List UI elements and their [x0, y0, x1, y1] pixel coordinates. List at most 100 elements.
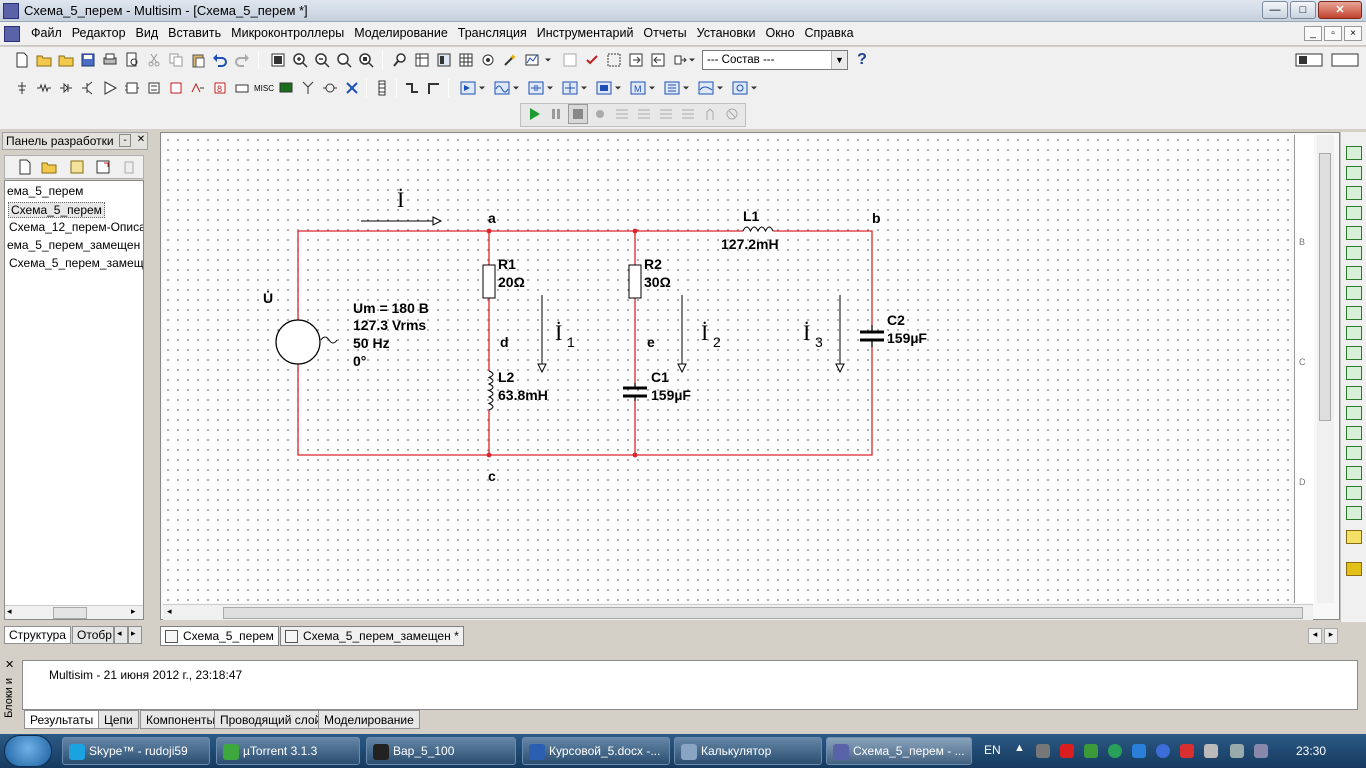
tab-hierarchy[interactable]: Структура	[4, 626, 71, 644]
task-word[interactable]: Курсовой_5.docx -...	[522, 737, 670, 765]
chevron-down-icon[interactable]	[680, 78, 692, 98]
toggle-breakpoint-icon[interactable]	[700, 104, 720, 124]
assembly-variant-select[interactable]: --- Состав --- ▼	[702, 50, 848, 70]
zoom-in-icon[interactable]	[290, 50, 310, 70]
erc-icon[interactable]	[560, 50, 580, 70]
oscilloscope-icon[interactable]	[1346, 206, 1362, 220]
chevron-down-icon[interactable]	[544, 78, 556, 98]
electromechanical-icon[interactable]	[320, 78, 340, 98]
capacitor-c2[interactable]	[860, 325, 884, 347]
menu-insert[interactable]: Вставить	[163, 26, 226, 40]
menu-simulate[interactable]: Моделирование	[349, 26, 453, 40]
save-icon[interactable]	[67, 157, 87, 177]
wattmeter-icon[interactable]	[1346, 186, 1362, 200]
run-to-cursor-icon[interactable]	[678, 104, 698, 124]
save-icon[interactable]	[78, 50, 98, 70]
close-file-icon[interactable]	[93, 157, 113, 177]
chevron-down-icon[interactable]: ▼	[831, 51, 847, 69]
tree-item[interactable]: Схема_12_перем-Описа	[9, 220, 143, 234]
tray-antivirus-icon[interactable]	[1180, 744, 1194, 758]
close-button[interactable]: ✕	[1318, 1, 1362, 19]
tree-item[interactable]: Схема_5_перем_замеще	[9, 256, 143, 270]
distortion-analyzer-icon[interactable]	[1346, 366, 1362, 380]
agilent-generator-icon[interactable]	[1346, 426, 1362, 440]
chevron-left-icon[interactable]: ◂	[7, 606, 12, 617]
scroll-thumb[interactable]	[1319, 153, 1331, 421]
basic-icon[interactable]	[34, 78, 54, 98]
mixed-icon[interactable]	[188, 78, 208, 98]
ttl-icon[interactable]	[122, 78, 142, 98]
layout-toggle-icon[interactable]	[1294, 50, 1324, 70]
task-skype[interactable]: Skype™ - rudoji59	[62, 737, 210, 765]
new-file-icon[interactable]	[15, 157, 35, 177]
canvas-horizontal-scrollbar[interactable]: ◂	[163, 604, 1313, 620]
menu-reports[interactable]: Отчеты	[638, 26, 691, 40]
check-icon[interactable]	[582, 50, 602, 70]
misc-icon[interactable]: MISC	[254, 78, 274, 98]
chevron-down-icon[interactable]	[578, 78, 590, 98]
chevron-down-icon[interactable]	[686, 50, 698, 70]
m-instrument-icon[interactable]: M	[628, 78, 648, 98]
open-folder-icon[interactable]	[34, 50, 54, 70]
tray-red-icon[interactable]	[1060, 744, 1074, 758]
backannotate-icon[interactable]	[648, 50, 668, 70]
analog-icon[interactable]	[100, 78, 120, 98]
tree-horizontal-scrollbar[interactable]: ◂ ▸	[5, 605, 143, 619]
print-icon[interactable]	[100, 50, 120, 70]
spreadsheet-view-icon[interactable]	[412, 50, 432, 70]
region-icon[interactable]	[604, 50, 624, 70]
print-preview-icon[interactable]	[122, 50, 142, 70]
tab-copper-layers[interactable]: Проводящий слой	[214, 710, 328, 729]
frequency-counter-icon[interactable]	[1346, 266, 1362, 280]
network-analyzer-icon[interactable]	[1346, 406, 1362, 420]
chevron-down-icon[interactable]	[714, 78, 726, 98]
tab-results[interactable]: Результаты	[24, 710, 100, 729]
spectrum-icon[interactable]	[662, 78, 682, 98]
tab-sheet-1[interactable]: Схема_5_перем	[160, 626, 279, 646]
menu-tools[interactable]: Инструментарий	[532, 26, 639, 40]
tab-nets[interactable]: Цепи	[98, 710, 139, 729]
design-toolbox-icon[interactable]	[434, 50, 454, 70]
voltage-source[interactable]	[275, 319, 338, 365]
remove-breakpoints-icon[interactable]	[722, 104, 742, 124]
cmos-icon[interactable]	[144, 78, 164, 98]
search-icon[interactable]	[390, 50, 410, 70]
network-analyzer-icon[interactable]	[730, 78, 750, 98]
postprocessor-icon[interactable]	[522, 50, 542, 70]
current-probe-icon[interactable]	[1346, 562, 1362, 576]
pause-icon[interactable]	[546, 104, 566, 124]
tray-green-icon[interactable]	[1108, 744, 1122, 758]
hierarchical-block-icon[interactable]	[372, 78, 392, 98]
transistor-icon[interactable]	[78, 78, 98, 98]
tree-item-selected[interactable]: Схема_5_перем	[8, 202, 105, 218]
mdi-close-button[interactable]: ×	[1344, 26, 1362, 41]
tab-components[interactable]: Компоненты	[140, 710, 222, 729]
inductor-l2[interactable]	[487, 370, 494, 411]
step-over-icon[interactable]	[634, 104, 654, 124]
tektronix-oscilloscope-icon[interactable]	[1346, 486, 1362, 500]
stop-icon[interactable]	[568, 104, 588, 124]
layout-toggle-2-icon[interactable]	[1330, 50, 1360, 70]
chevron-right-icon[interactable]: ▸	[131, 606, 136, 617]
advanced-peripherals-icon[interactable]	[276, 78, 296, 98]
chevron-down-icon[interactable]	[748, 78, 760, 98]
bode-plotter-icon[interactable]	[696, 78, 716, 98]
chevron-down-icon[interactable]	[476, 78, 488, 98]
step-out-icon[interactable]	[656, 104, 676, 124]
panel-close-icon[interactable]: ✕	[135, 134, 147, 147]
power-icon[interactable]	[232, 78, 252, 98]
task-multisim[interactable]: Схема_5_перем - ...	[826, 737, 972, 765]
diode-icon[interactable]	[56, 78, 76, 98]
indicator-icon[interactable]: 8	[210, 78, 230, 98]
mdi-minimize-button[interactable]: _	[1304, 26, 1322, 41]
chevron-left-icon[interactable]: ◂	[114, 626, 128, 644]
mcu-icon[interactable]	[342, 78, 362, 98]
word-generator-icon[interactable]	[1346, 286, 1362, 300]
chevron-down-icon[interactable]	[510, 78, 522, 98]
redo-icon[interactable]	[232, 50, 252, 70]
tray-network-icon[interactable]	[1132, 744, 1146, 758]
delete-file-icon[interactable]	[119, 157, 139, 177]
misc-digital-icon[interactable]	[166, 78, 186, 98]
menu-options[interactable]: Установки	[692, 26, 761, 40]
iv-analyzer-icon[interactable]	[1346, 346, 1362, 360]
